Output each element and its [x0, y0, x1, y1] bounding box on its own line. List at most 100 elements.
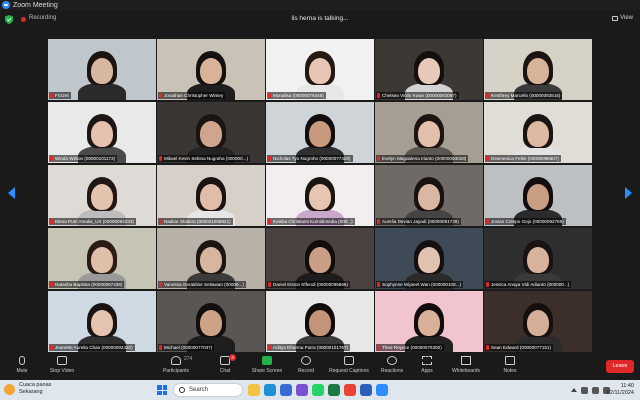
muted-mic-icon [268, 282, 271, 287]
participant-video-tile[interactable]: Monalisa (00000076448) [266, 39, 374, 100]
app-icon[interactable] [296, 384, 308, 396]
participant-video-tile[interactable]: Kenthrey Marcello (00000093515) [484, 39, 592, 100]
participant-video-tile[interactable]: Keisha Christianti Kurnidimedia (000...) [266, 165, 374, 226]
chat-badge: 3 [229, 354, 236, 361]
view-button[interactable]: View [612, 15, 633, 21]
word-icon[interactable] [360, 384, 372, 396]
participant-video-tile[interactable]: Jovian Crespo Gejo (00000092769) [484, 165, 592, 226]
edge-icon[interactable] [264, 384, 276, 396]
apps-button[interactable]: Apps [405, 356, 449, 374]
participant-video-tile[interactable]: Jeanette Aurelia Chan (00000092420) [48, 291, 156, 352]
participant-video-tile[interactable]: Natasha Baptista (00000067436) [48, 228, 156, 289]
participant-video-tile[interactable]: Nadine Shabira (000001006621) [157, 165, 265, 226]
participants-button[interactable]: 274 Participants [154, 356, 198, 374]
excel-icon[interactable] [328, 384, 340, 396]
whiteboards-label: Whiteboards [451, 368, 481, 374]
apps-label: Apps [421, 368, 433, 374]
chat-button[interactable]: 3 Chat [203, 354, 247, 374]
whatsapp-icon[interactable] [312, 384, 324, 396]
muted-mic-icon [486, 156, 489, 161]
participant-face [527, 247, 549, 273]
participant-face [527, 121, 549, 147]
participant-face [91, 58, 113, 84]
muted-mic-icon [377, 93, 380, 98]
weather-sun-icon[interactable] [4, 384, 15, 395]
muted-mic-icon [159, 345, 162, 350]
muted-mic-icon [377, 282, 380, 287]
participant-video-tile[interactable]: Elena Putri Amalia_UX (00000094333) [48, 165, 156, 226]
whiteboards-button[interactable]: Whiteboards [444, 356, 488, 374]
participant-video-tile[interactable]: Michael (00000077037) [157, 291, 265, 352]
muted-mic-icon [159, 219, 162, 224]
title-bar: Zoom Meeting [0, 0, 640, 10]
participant-video-tile[interactable]: Chelsea Violin Kwan (00000093067) [375, 39, 483, 100]
wifi-icon[interactable] [581, 386, 588, 394]
participant-face [91, 184, 113, 210]
participant-face [418, 58, 440, 84]
store-icon[interactable] [280, 384, 292, 396]
stop-video-label: Stop Video [49, 368, 75, 374]
leave-button[interactable]: Leave [606, 360, 634, 373]
participant-face [91, 310, 113, 336]
muted-mic-icon [159, 93, 162, 98]
participant-name: Nicholas Tyo Nugroho (00000077420) [267, 155, 353, 162]
weather-widget[interactable]: Cuaca panas Sekarang [19, 382, 51, 396]
participants-label: Participants [162, 368, 190, 374]
muted-mic-icon [268, 156, 271, 161]
muted-mic-icon [159, 282, 162, 287]
participant-video-tile[interactable]: Frizzel [48, 39, 156, 100]
chrome-icon[interactable] [344, 384, 356, 396]
participant-video-tile[interactable]: Desmenica Felim (00000096507) [484, 102, 592, 163]
stop-video-button[interactable]: Stop Video [40, 356, 84, 374]
file-explorer-icon[interactable] [248, 384, 260, 396]
volume-icon[interactable] [592, 386, 599, 394]
windows-start-icon[interactable] [157, 385, 167, 395]
participant-video-tile[interactable]: Evelyn Magdalena Irianto (00000093028) [375, 102, 483, 163]
taskbar-clock[interactable]: 11:40 02/11/2024 [607, 383, 634, 397]
previous-page-arrow-icon[interactable] [8, 187, 15, 199]
clock-time: 11:40 [620, 383, 634, 389]
participant-face [418, 247, 440, 273]
participant-video-tile[interactable]: Daniel Eiston Effendi (00000095866) [266, 228, 374, 289]
search-icon [179, 387, 185, 393]
show-hidden-icons-icon[interactable] [571, 388, 577, 392]
request-captions-button[interactable]: Request Captions [327, 356, 371, 374]
participant-video-tile[interactable]: Sean Edward (00000077151) [484, 291, 592, 352]
notes-button[interactable]: Notes [488, 356, 532, 374]
meeting-toolbar: Mute Stop Video 274 Participants 3 Chat … [0, 354, 640, 380]
taskbar-search-box[interactable]: Search [173, 383, 243, 397]
muted-mic-icon [159, 156, 162, 161]
participant-video-tile[interactable]: Windo Wilson (00000101172) [48, 102, 156, 163]
talking-indicator: lis herna is talking... [291, 15, 349, 22]
record-button[interactable]: Record [284, 356, 328, 374]
zoom-window: Zoom Meeting Recording lis herna is talk… [0, 0, 640, 400]
muted-mic-icon [486, 282, 489, 287]
zoom-icon[interactable] [376, 384, 388, 396]
participants-count: 274 [184, 356, 193, 362]
participant-name: Chelsea Violin Kwan (00000093067) [376, 92, 459, 99]
muted-mic-icon [50, 219, 53, 224]
participant-video-tile[interactable]: Jonathan Christopher Wintey [157, 39, 265, 100]
participant-video-tile[interactable]: Mikael Kevin Sebina Nugraha (000000...) [157, 102, 265, 163]
participant-video-tile[interactable]: Vanessa Geraldine Setiawan (00000...) [157, 228, 265, 289]
participant-video-tile[interactable]: Aditya Dharma Putra (00000101767) [266, 291, 374, 352]
participant-name: Kenthrey Marcello (00000093515) [485, 92, 563, 99]
muted-mic-icon [377, 345, 380, 350]
participant-face [91, 247, 113, 273]
participant-video-tile[interactable]: Jessica Anaya Vidi Adianto (000000...) [484, 228, 592, 289]
share-screen-button[interactable]: Share Screen [245, 356, 289, 374]
participant-video-tile[interactable]: Theo Reyoce (00000076300) [375, 291, 483, 352]
participant-name: Nadine Shabira (000001006621) [158, 218, 233, 225]
participant-name: Vanessa Geraldine Setiawan (00000...) [158, 281, 246, 288]
participant-name: Jonathan Christopher Wintey [158, 92, 226, 99]
participant-name: Elena Putri Amalia_UX (00000094333) [49, 218, 136, 225]
participant-video-tile[interactable]: Aurelia Devian Jayadi (00000091739) [375, 165, 483, 226]
mute-button[interactable]: Mute [0, 356, 44, 374]
participant-video-tile[interactable]: Nicholas Tyo Nugroho (00000077420) [266, 102, 374, 163]
weather-title: Cuaca panas [19, 382, 52, 388]
next-page-arrow-icon[interactable] [625, 187, 632, 199]
participant-face [418, 121, 440, 147]
clock-date: 02/11/2024 [606, 390, 634, 396]
participant-video-tile[interactable]: Sophynne Wijanet Wan (000000108...) [375, 228, 483, 289]
participant-name: Aurelia Devian Jayadi (00000091739) [376, 218, 461, 225]
